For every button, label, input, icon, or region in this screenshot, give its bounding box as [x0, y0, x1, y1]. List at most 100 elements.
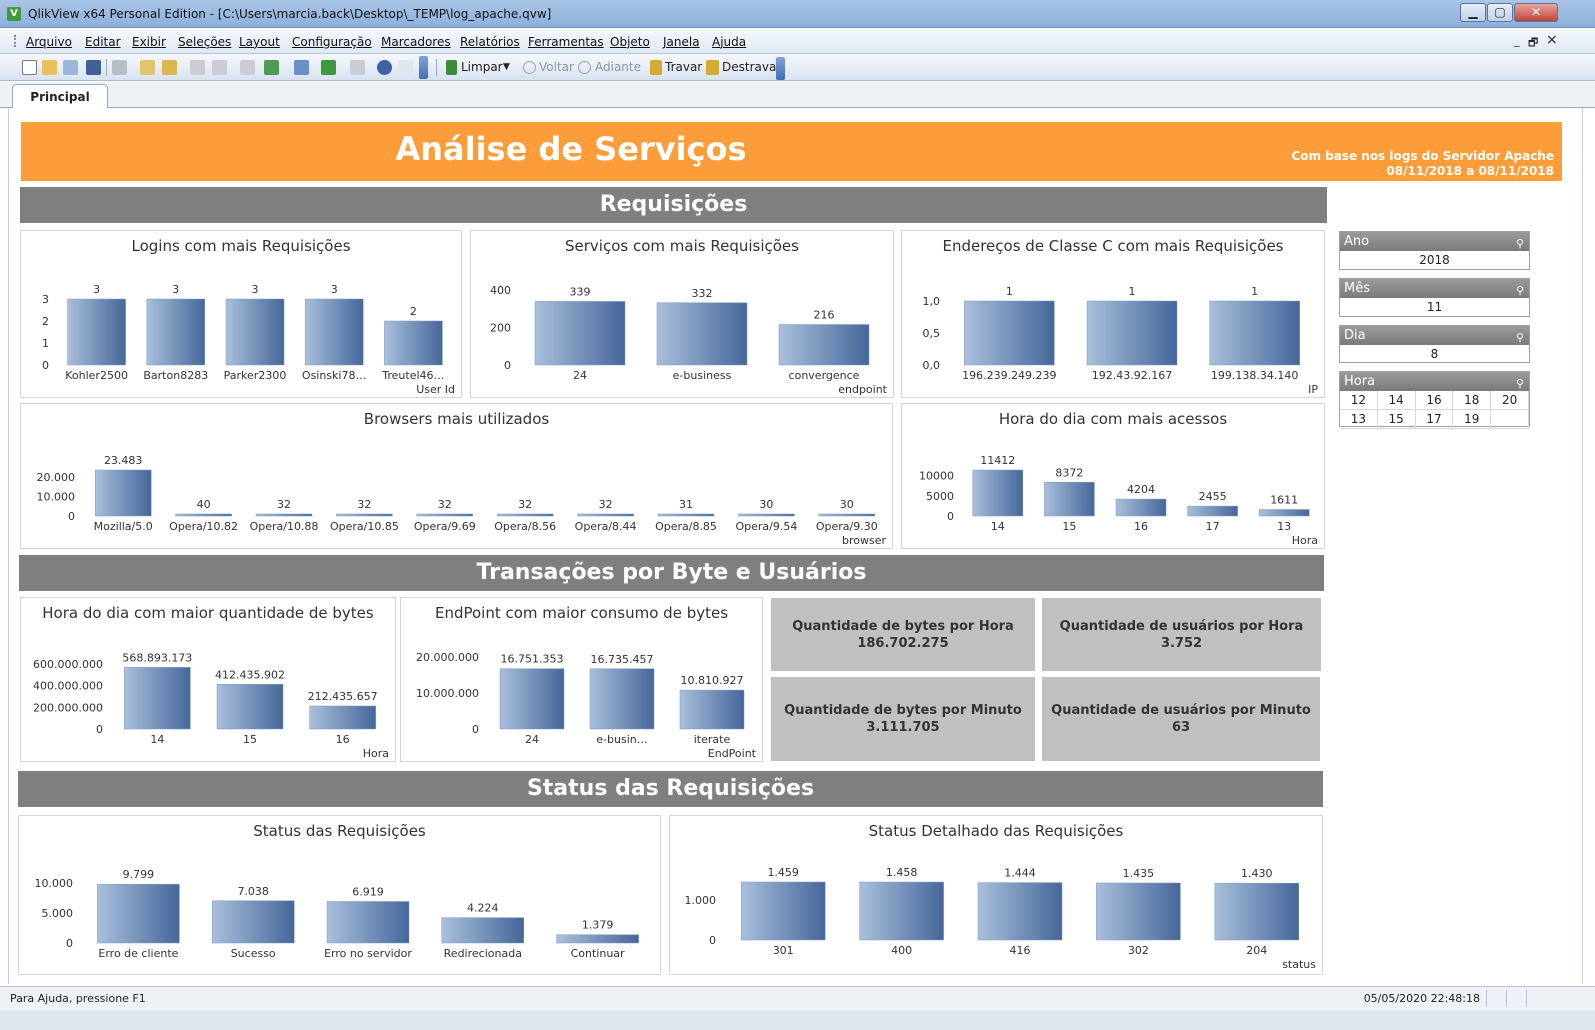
- listbox-value[interactable]: 16: [1415, 391, 1454, 410]
- menu-objeto[interactable]: Objeto: [610, 35, 650, 49]
- open-folder-icon[interactable]: [42, 60, 57, 75]
- search-icon[interactable]: ⚲: [1516, 234, 1524, 253]
- edit-script-icon[interactable]: [140, 60, 155, 75]
- print-icon[interactable]: [112, 60, 127, 75]
- voltar-button[interactable]: Voltar: [539, 60, 574, 74]
- checkbox-icon[interactable]: [264, 60, 279, 75]
- context-help-icon[interactable]: [398, 60, 413, 75]
- chart-bar[interactable]: [1258, 509, 1310, 517]
- listbox-dia[interactable]: Dia ⚲ 8: [1339, 325, 1530, 363]
- listbox-value[interactable]: 8: [1340, 345, 1529, 363]
- chart-bar[interactable]: [1096, 882, 1181, 941]
- toolbar-overflow-icon[interactable]: [776, 57, 785, 80]
- listbox-value[interactable]: 12: [1340, 391, 1378, 410]
- new-document-icon[interactable]: [22, 60, 37, 75]
- undo-icon[interactable]: [190, 60, 205, 75]
- chart-bar[interactable]: [972, 469, 1024, 517]
- listbox-value[interactable]: 2018: [1340, 251, 1529, 269]
- menu-selecoes[interactable]: Seleções: [178, 35, 231, 49]
- chart-bar[interactable]: [1086, 300, 1178, 366]
- chart-bar[interactable]: [1187, 505, 1238, 517]
- chart-icon[interactable]: [294, 60, 309, 75]
- chart-bar[interactable]: [738, 513, 795, 517]
- close-button[interactable]: ✕: [1514, 3, 1558, 22]
- travar-button[interactable]: Travar: [665, 60, 702, 74]
- help-icon[interactable]: [377, 60, 392, 75]
- chart-bar[interactable]: [1115, 498, 1167, 517]
- chart-bar[interactable]: [146, 298, 206, 366]
- maximize-button[interactable]: ▢: [1487, 3, 1513, 22]
- mdi-close-button[interactable]: ×: [1546, 32, 1558, 48]
- design-icon[interactable]: [350, 60, 365, 75]
- chart-bar[interactable]: [556, 934, 639, 944]
- search-icon[interactable]: ⚲: [1516, 328, 1524, 347]
- chart-bar[interactable]: [326, 901, 410, 944]
- kpi-bytes-hora[interactable]: Quantidade de bytes por Hora 186.702.275: [771, 598, 1035, 671]
- listbox-value[interactable]: 15: [1377, 410, 1416, 429]
- minimize-button[interactable]: ▁: [1460, 3, 1486, 22]
- menu-arquivo[interactable]: Arquivo: [26, 35, 72, 49]
- menu-editar[interactable]: Editar: [85, 35, 121, 49]
- mdi-restore-button[interactable]: 🗗: [1528, 34, 1538, 53]
- chart-bar[interactable]: [679, 689, 745, 730]
- chart-bar[interactable]: [216, 684, 284, 730]
- chart-bar[interactable]: [964, 300, 1055, 366]
- chart-bar[interactable]: [441, 917, 525, 944]
- chart-bar[interactable]: [336, 513, 393, 517]
- listbox-value[interactable]: 19: [1453, 410, 1492, 429]
- mdi-minimize-button[interactable]: _: [1514, 34, 1520, 47]
- chart-bar[interactable]: [589, 668, 655, 730]
- chart-bar[interactable]: [657, 513, 715, 517]
- chart-browsers-panel[interactable]: Browsers mais utilizados 0 10.000 20.000 23…: [20, 403, 893, 549]
- listbox-ano[interactable]: Ano ⚲ 2018: [1339, 231, 1530, 270]
- chart-bar[interactable]: [175, 513, 232, 517]
- chart-bar[interactable]: [1214, 882, 1300, 941]
- chart-bar[interactable]: [656, 302, 748, 366]
- redo-icon[interactable]: [212, 60, 227, 75]
- chart-bar[interactable]: [255, 513, 313, 517]
- menu-exibir[interactable]: Exibir: [132, 35, 166, 49]
- chart-bar[interactable]: [225, 298, 285, 366]
- listbox-mes[interactable]: Mês ⚲ 11: [1339, 278, 1530, 317]
- chart-bar[interactable]: [977, 882, 1063, 941]
- menu-configuracao[interactable]: Configuração: [292, 35, 372, 49]
- chart-bar[interactable]: [740, 881, 826, 941]
- star-icon[interactable]: [321, 60, 336, 75]
- chart-bar[interactable]: [818, 513, 876, 517]
- menu-layout[interactable]: Layout: [239, 35, 280, 49]
- listbox-value[interactable]: 13: [1340, 410, 1378, 429]
- menu-marcadores[interactable]: Marcadores: [381, 35, 451, 49]
- title-bar[interactable]: V QlikView x64 Personal Edition - [C:\Us…: [0, 0, 1595, 28]
- limpar-button[interactable]: Limpar: [461, 60, 503, 74]
- toolbar-overflow-icon[interactable]: [419, 56, 428, 79]
- chart-bar[interactable]: [778, 324, 870, 366]
- search-icon[interactable]: ⚲: [1516, 374, 1524, 393]
- chart-bar[interactable]: [534, 301, 626, 366]
- search-icon[interactable]: ⚲: [1516, 281, 1524, 300]
- chart-status-panel[interactable]: Status das Requisições 0 5.000 10.000 9.799…: [18, 815, 661, 975]
- chart-bar[interactable]: [94, 469, 152, 517]
- destravar-button[interactable]: Destravar: [722, 60, 781, 74]
- chart-bar[interactable]: [1044, 482, 1095, 517]
- chart-bar[interactable]: [309, 705, 376, 730]
- chart-bar[interactable]: [384, 320, 443, 366]
- chart-bytes-hora-panel[interactable]: Hora do dia com maior quantidade de byte…: [20, 597, 396, 762]
- chart-hora-panel[interactable]: Hora do dia com mais acessos 0 5000 10000 1…: [901, 403, 1325, 549]
- chart-bar[interactable]: [577, 513, 634, 517]
- reload-data-icon[interactable]: [162, 60, 177, 75]
- chart-bar[interactable]: [67, 298, 126, 366]
- chart-bar[interactable]: [499, 668, 565, 730]
- chart-servicos-panel[interactable]: Serviços com mais Requisições 0 200 400 339…: [470, 230, 894, 398]
- chart-logins-panel[interactable]: Logins com mais Requisições 0 1 2 3 3 Kohler2…: [20, 230, 462, 398]
- search-icon[interactable]: [240, 60, 255, 75]
- adiante-button[interactable]: Adiante: [595, 60, 641, 74]
- chart-bar[interactable]: [304, 298, 364, 366]
- menu-relatorios[interactable]: Relatórios: [460, 35, 520, 49]
- chart-bar[interactable]: [859, 881, 944, 941]
- chart-status-detalhado-panel[interactable]: Status Detalhado das Requisições 0 1.000 1…: [669, 815, 1323, 975]
- reload-icon[interactable]: [63, 60, 78, 75]
- listbox-value[interactable]: 17: [1415, 410, 1454, 429]
- limpar-dropdown-icon[interactable]: ▼: [503, 62, 510, 72]
- chart-bar[interactable]: [496, 513, 554, 517]
- listbox-hora[interactable]: Hora ⚲ 12 14 16 18 20 13 15 17 19: [1339, 371, 1530, 429]
